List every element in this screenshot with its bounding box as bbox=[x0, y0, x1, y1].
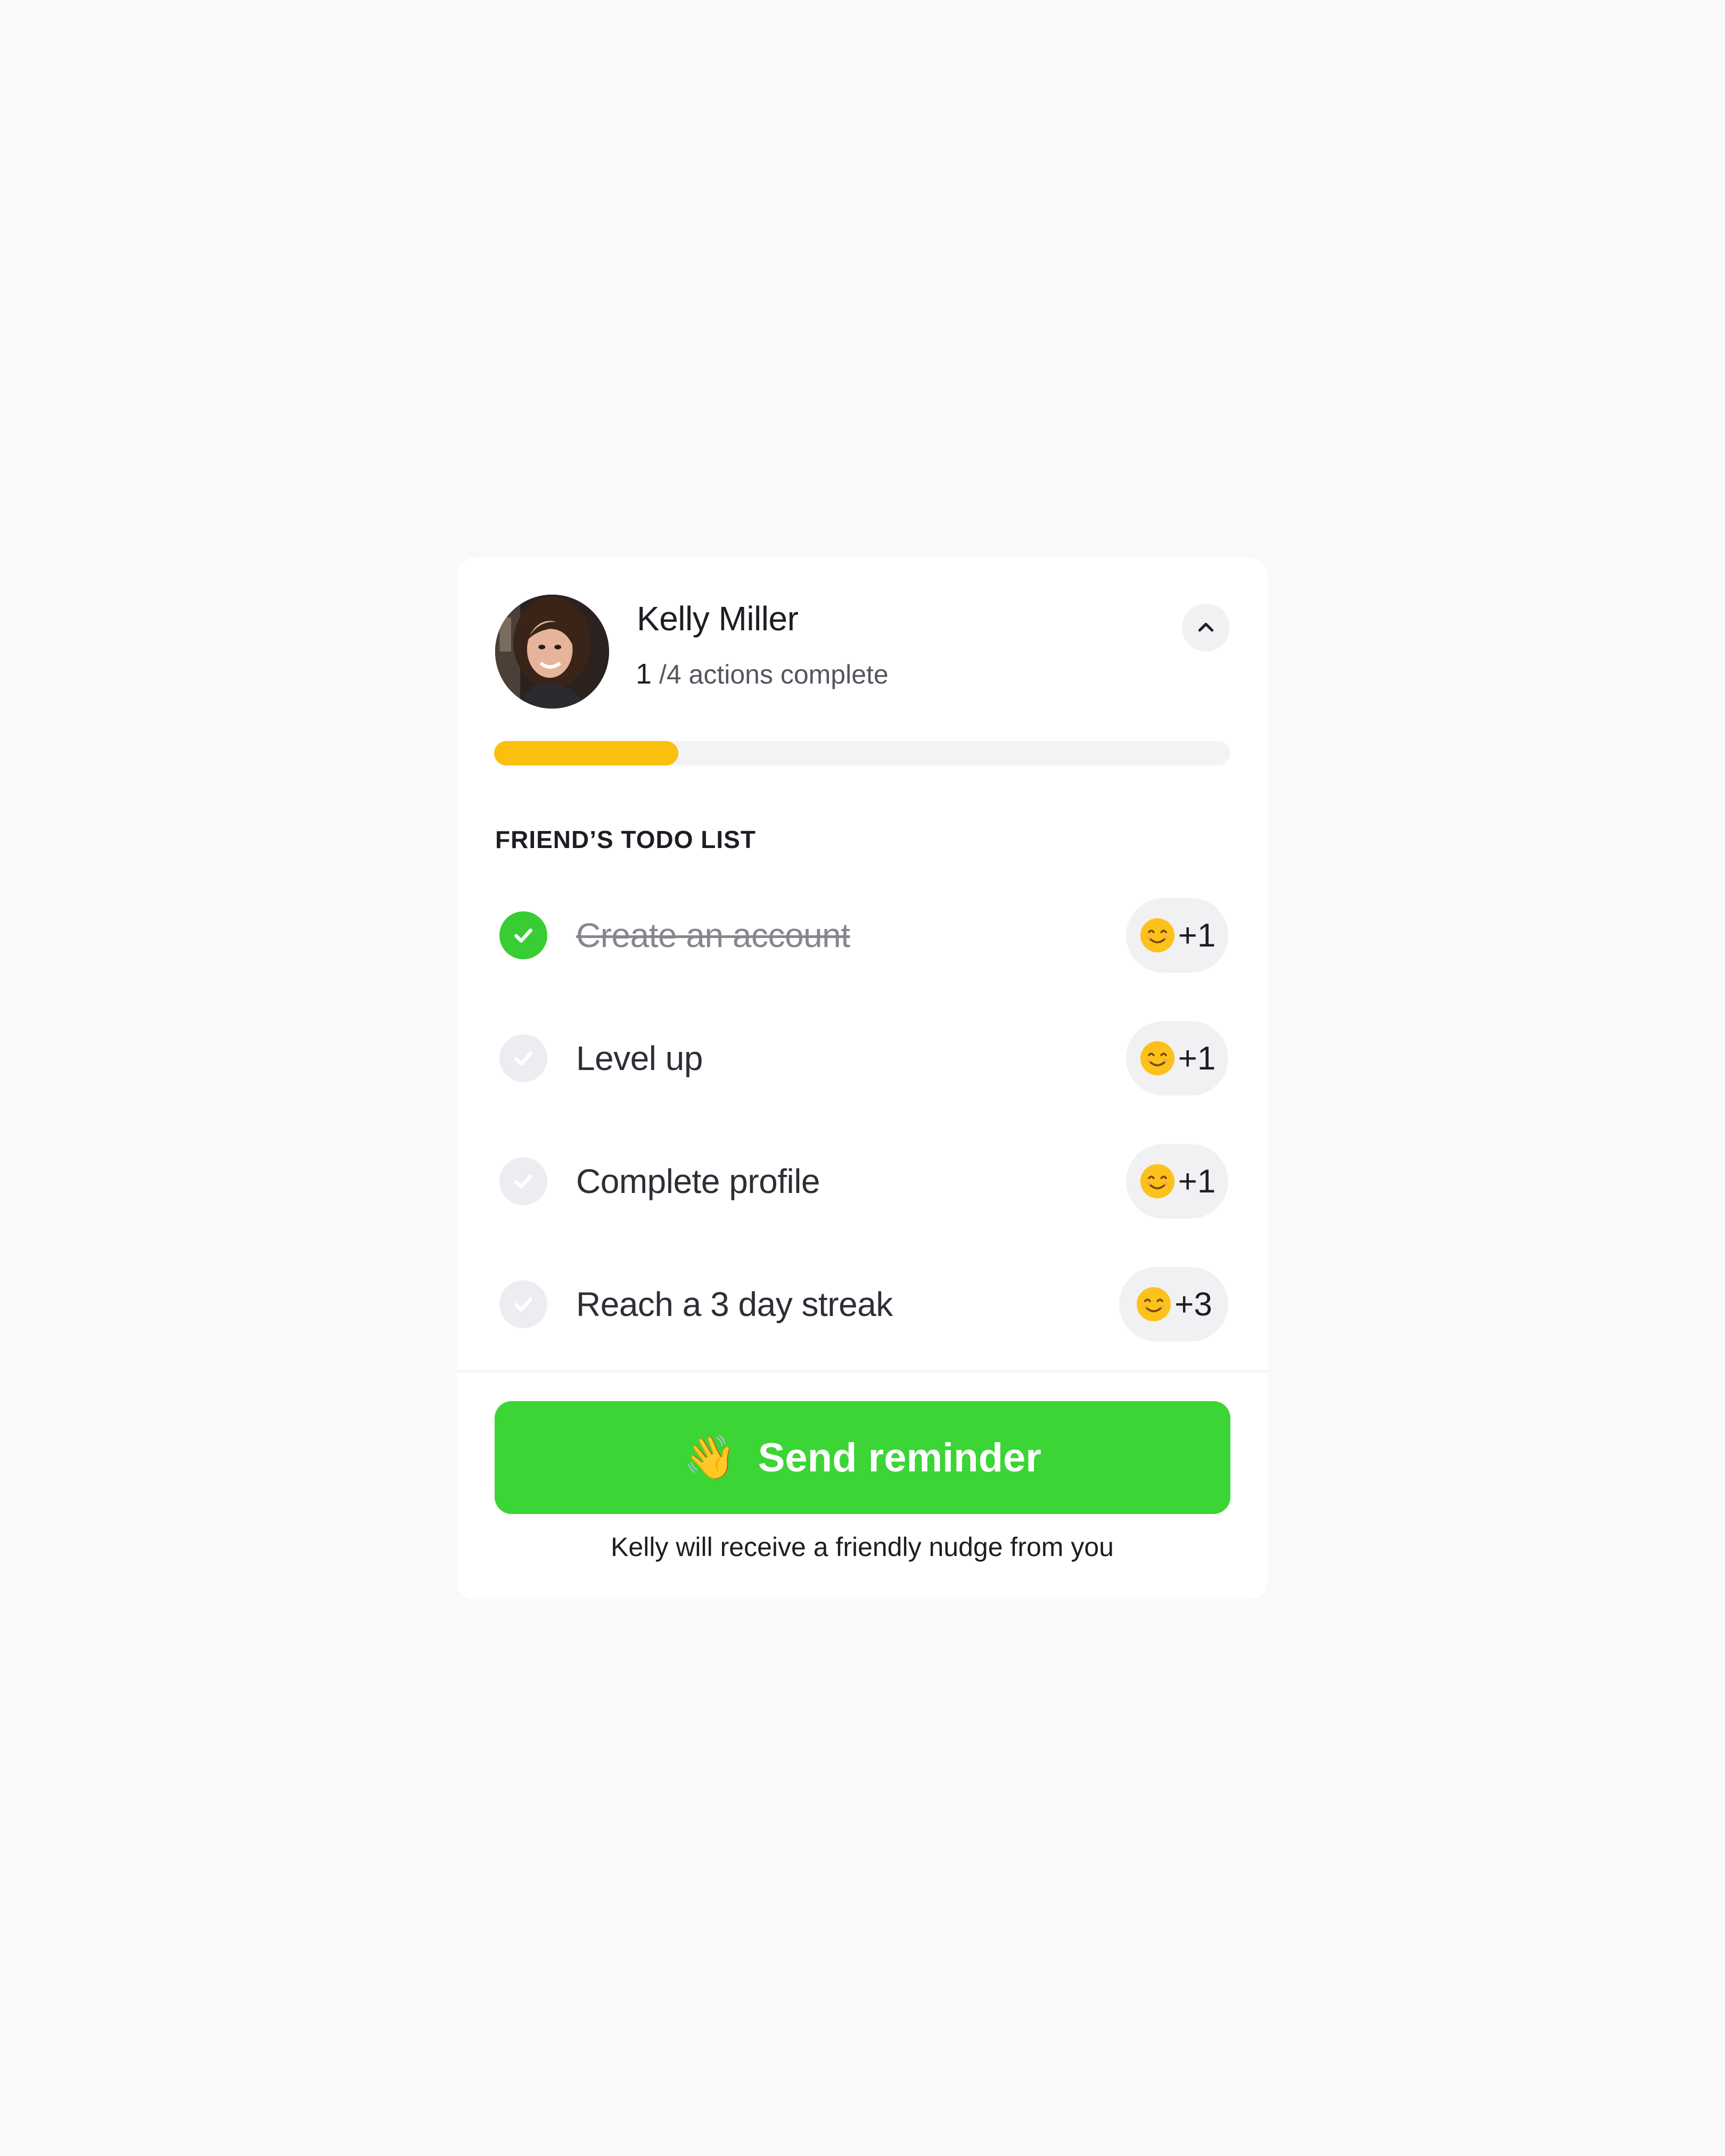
reminder-hint: Kelly will receive a friendly nudge from… bbox=[611, 1532, 1114, 1562]
todo-list-title: FRIEND’S TODO LIST bbox=[495, 826, 756, 853]
reward-badge: +1 bbox=[1126, 898, 1228, 973]
friend-name: Kelly Miller bbox=[637, 599, 799, 638]
todo-item-label: Level up bbox=[576, 1039, 703, 1077]
chevron-up-icon bbox=[1198, 622, 1214, 632]
smiling-face-icon bbox=[1140, 918, 1174, 953]
friend-avatar bbox=[495, 595, 609, 709]
friend-progress-card: Kelly Miller 1 /4 actions complete FRIEN… bbox=[457, 557, 1268, 1599]
check-pending-icon[interactable] bbox=[499, 1280, 547, 1328]
check-pending-icon[interactable] bbox=[499, 1157, 547, 1205]
check-done-icon[interactable] bbox=[499, 911, 547, 959]
collapse-button[interactable] bbox=[1182, 604, 1230, 652]
smiling-face-icon bbox=[1140, 1164, 1174, 1199]
todo-item[interactable]: Create an account +1 bbox=[495, 898, 1231, 973]
send-reminder-button[interactable]: 👋 Send reminder bbox=[495, 1401, 1230, 1514]
waving-hand-icon: 👋 bbox=[684, 1433, 737, 1482]
reward-badge: +3 bbox=[1119, 1267, 1228, 1342]
reward-points: +1 bbox=[1178, 1040, 1216, 1077]
todo-item[interactable]: Level up +1 bbox=[495, 1021, 1231, 1096]
progress-bar bbox=[494, 741, 1230, 766]
progress-bar-fill bbox=[494, 741, 678, 766]
reward-points: +1 bbox=[1178, 1163, 1216, 1200]
divider bbox=[457, 1370, 1268, 1372]
smiling-face-icon bbox=[1137, 1287, 1171, 1322]
reward-points: +1 bbox=[1178, 917, 1216, 954]
actions-done-count: 1 bbox=[636, 658, 652, 690]
reward-points: +3 bbox=[1174, 1286, 1212, 1323]
reward-badge: +1 bbox=[1126, 1144, 1228, 1219]
todo-item-label: Create an account bbox=[576, 916, 850, 954]
todo-item[interactable]: Complete profile +1 bbox=[495, 1144, 1231, 1219]
todo-item[interactable]: Reach a 3 day streak +3 bbox=[495, 1267, 1231, 1342]
send-reminder-label: Send reminder bbox=[758, 1435, 1041, 1480]
actions-progress-text: 1 /4 actions complete bbox=[636, 657, 889, 690]
reward-badge: +1 bbox=[1126, 1021, 1228, 1096]
todo-item-label: Complete profile bbox=[576, 1162, 820, 1200]
check-pending-icon[interactable] bbox=[499, 1034, 547, 1082]
actions-total-text: /4 actions complete bbox=[652, 660, 889, 689]
smiling-face-icon bbox=[1140, 1041, 1174, 1076]
todo-item-label: Reach a 3 day streak bbox=[576, 1285, 893, 1323]
